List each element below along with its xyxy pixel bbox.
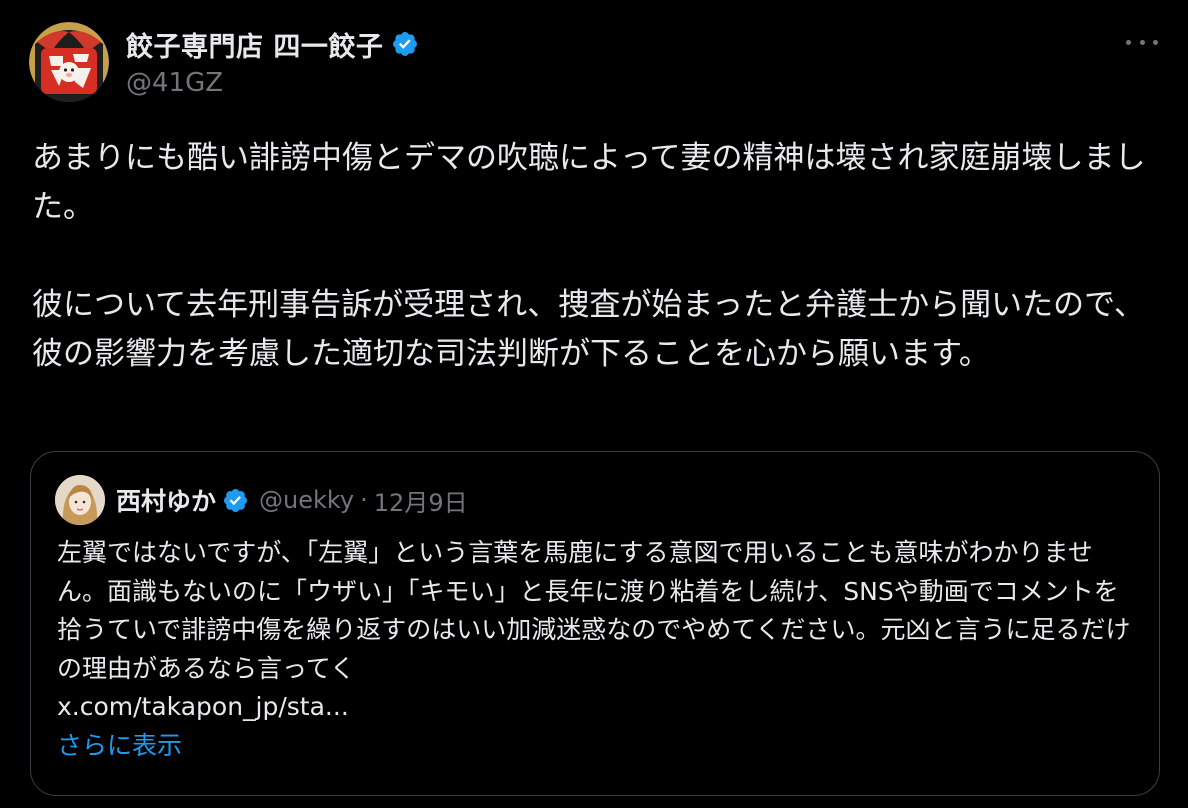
author-name-row: 餃子専門店 四一餃子 xyxy=(126,25,419,64)
more-horizontal-icon xyxy=(1139,39,1145,45)
author-handle[interactable]: @41GZ xyxy=(126,68,419,98)
gyoza-restaurant-logo-icon xyxy=(29,22,109,102)
more-horizontal-icon xyxy=(1153,39,1158,45)
verified-badge-icon xyxy=(393,32,418,56)
separator-dot: · xyxy=(360,486,368,514)
author-display-name[interactable]: 餃子専門店 四一餃子 xyxy=(126,25,383,64)
quoted-author-avatar[interactable] xyxy=(55,475,105,525)
show-more-link[interactable]: さらに表示 xyxy=(57,727,1137,766)
tweet: 餃子専門店 四一餃子 @41GZ あまりにも酷い誹謗中傷とデマの吹聴によって妻の… xyxy=(0,0,1188,808)
quoted-tweet-text-block: 左翼ではないですが、「左翼」という言葉を馬鹿にする意図で用いることも意味がわかり… xyxy=(57,534,1137,765)
tweet-author: 餃子専門店 四一餃子 @41GZ xyxy=(126,26,419,98)
user-avatar-icon xyxy=(55,475,105,525)
quoted-tweet[interactable]: 西村ゆか @uekky · 12月9日 左翼ではないですが、「左翼」という言葉を… xyxy=(30,451,1160,796)
more-horizontal-icon xyxy=(1126,39,1131,45)
more-options-button[interactable] xyxy=(1126,30,1158,54)
tweet-text: あまりにも酷い誹謗中傷とデマの吹聴によって妻の精神は壊され家庭崩壊しました。 彼… xyxy=(32,140,1146,372)
quoted-author-handle[interactable]: @uekky xyxy=(259,486,354,514)
quoted-tweet-date[interactable]: 12月9日 xyxy=(374,483,468,518)
verified-badge-icon xyxy=(223,488,248,512)
quoted-tweet-text: 左翼ではないですが、「左翼」という言葉を馬鹿にする意図で用いることも意味がわかり… xyxy=(57,538,1131,683)
quoted-tweet-header: 西村ゆか @uekky · 12月9日 xyxy=(55,474,468,526)
quoted-author-display-name[interactable]: 西村ゆか xyxy=(116,482,216,518)
quoted-tweet-link[interactable]: x.com/takapon_jp/sta... xyxy=(57,692,349,721)
author-avatar[interactable] xyxy=(29,22,109,102)
